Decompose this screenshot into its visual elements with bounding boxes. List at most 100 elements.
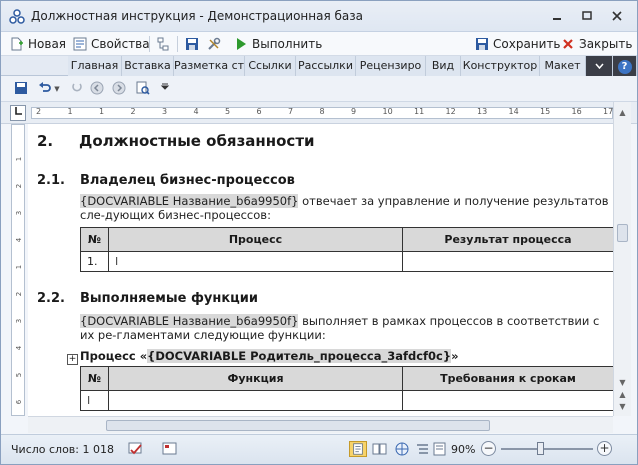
zoom-slider-track[interactable]: [501, 448, 593, 450]
text-cursor-icon: I: [87, 394, 91, 407]
scroll-down-icon[interactable]: ▼: [617, 378, 628, 387]
tab-stop-icon: [15, 107, 22, 115]
forward-button[interactable]: [111, 81, 127, 97]
subsection-title: Владелец бизнес-процессов: [80, 173, 295, 188]
close-red-icon: [563, 39, 573, 49]
vertical-scrollbar[interactable]: ▲ ▼ ▲ ▼: [613, 102, 631, 416]
ribbon-expand-button[interactable]: [586, 56, 613, 76]
zoom-in-button[interactable]: +: [597, 441, 612, 456]
properties-button[interactable]: Свойства: [73, 35, 150, 53]
ruler-number: 4: [15, 237, 23, 243]
redo-button[interactable]: [69, 81, 85, 97]
undo-button[interactable]: [37, 81, 53, 97]
zoom-out-button[interactable]: −: [481, 441, 496, 456]
new-document-icon: [11, 37, 23, 51]
draft-view-icon[interactable]: [431, 441, 449, 457]
word-count[interactable]: Число слов: 1 018: [11, 443, 114, 456]
print-preview-button[interactable]: [135, 81, 151, 97]
qat-customize-button[interactable]: [157, 81, 173, 97]
settings-button[interactable]: [207, 35, 221, 53]
tab-home[interactable]: Главная: [68, 56, 122, 76]
structure-button[interactable]: [156, 35, 170, 53]
docvariable-field[interactable]: {DOCVARIABLE Название_b6a9950f}: [80, 194, 299, 208]
table-cell[interactable]: I: [108, 251, 403, 272]
page-up-icon[interactable]: ▲: [617, 390, 628, 399]
horizontal-scrollbar[interactable]: [28, 416, 613, 433]
play-icon: [237, 38, 246, 50]
zoom-slider-thumb[interactable]: [537, 442, 544, 455]
app-logo-icon: [9, 9, 25, 24]
tab-insert[interactable]: Вставка: [122, 56, 174, 76]
tab-designer[interactable]: Конструктор: [461, 56, 540, 76]
horizontal-ruler[interactable]: 2 1 1 2 3 4 5 6 7 8 9 10 11 12 13 14 15 16 17: [31, 107, 613, 119]
tab-view[interactable]: Вид: [426, 56, 461, 76]
table-header-cell: Результат процесса: [402, 227, 613, 252]
undo-dropdown-button[interactable]: ▼: [53, 81, 61, 97]
outline-view-icon[interactable]: [414, 441, 432, 457]
redo-icon: [72, 83, 82, 92]
process-suffix: »: [451, 349, 459, 363]
ruler-number: 1: [15, 156, 23, 162]
save-button-label: Сохранить: [493, 37, 561, 51]
tab-layout[interactable]: Макет: [540, 56, 586, 76]
page-down-icon[interactable]: ▼: [617, 402, 628, 411]
minimize-button[interactable]: [546, 8, 568, 26]
table-cell[interactable]: I: [80, 390, 109, 411]
print-layout-view-icon[interactable]: [349, 441, 367, 457]
window-title: Должностная инструкция - Демонстрационна…: [31, 9, 363, 23]
table-header-cell: №: [80, 227, 109, 252]
close-icon: [612, 11, 622, 21]
vertical-ruler[interactable]: 1 2 3 4 1 2 3 4 5 6: [11, 124, 25, 416]
zoom-level[interactable]: 90%: [451, 443, 475, 456]
maximize-button[interactable]: [576, 8, 598, 26]
docvariable-field[interactable]: {DOCVARIABLE Название_b6a9950f}: [80, 314, 299, 328]
tab-page-layout[interactable]: Разметка ст: [174, 56, 245, 76]
ribbon-tabs: Главная Вставка Разметка ст Ссылки Рассы…: [1, 56, 637, 76]
back-button[interactable]: [89, 81, 105, 97]
qat-save-button[interactable]: [13, 81, 29, 97]
docvariable-field[interactable]: {DOCVARIABLE Родитель_процесса_3afdcf0c}: [147, 349, 452, 363]
spellcheck-icon[interactable]: [127, 441, 145, 457]
ruler-number: 6: [15, 399, 23, 405]
close-window-button[interactable]: [606, 8, 628, 26]
properties-icon: [73, 37, 87, 51]
ruler-number: 15: [540, 107, 551, 116]
help-button[interactable]: ?: [613, 56, 637, 76]
ruler-number: 5: [15, 372, 23, 378]
close-button[interactable]: Закрыть: [561, 35, 632, 53]
status-bar: Число слов: 1 018 90% − +: [1, 434, 637, 464]
table-header-row: № Функция Требования к срокам: [80, 366, 613, 391]
table-cell[interactable]: [402, 390, 613, 411]
full-screen-view-icon[interactable]: [371, 441, 389, 457]
customize-dropdown-icon: [160, 83, 170, 90]
vertical-scroll-thumb[interactable]: [617, 224, 628, 242]
table-cell[interactable]: 1.: [80, 251, 109, 272]
save-icon-button[interactable]: [185, 35, 199, 53]
table-cell[interactable]: [402, 251, 613, 272]
document-page[interactable]: 2. Должностные обязанности 2.1. Владелец б…: [28, 124, 613, 416]
web-layout-view-icon[interactable]: [393, 441, 411, 457]
execute-button-label: Выполнить: [252, 37, 323, 51]
subsection-1-paragraph: {DOCVARIABLE Название_b6a9950f} отвечает…: [80, 194, 613, 222]
app-window: Должностная инструкция - Демонстрационна…: [0, 0, 638, 465]
table-cell[interactable]: [108, 390, 403, 411]
scroll-up-icon[interactable]: ▲: [617, 108, 628, 117]
maximize-icon: [582, 11, 592, 20]
table-move-handle-icon[interactable]: +: [67, 354, 78, 365]
save-button[interactable]: Сохранить: [475, 35, 561, 53]
ruler-number: 4: [15, 345, 23, 351]
tab-review[interactable]: Рецензиро: [356, 56, 426, 76]
horizontal-scroll-thumb[interactable]: [106, 420, 490, 431]
floppy-disk-icon: [15, 82, 27, 94]
structure-icon: [157, 37, 169, 51]
tab-stop-selector[interactable]: [10, 105, 26, 121]
tab-references[interactable]: Ссылки: [245, 56, 296, 76]
close-button-label: Закрыть: [579, 37, 633, 51]
ruler-number: 2: [15, 291, 23, 297]
macro-recording-icon[interactable]: [161, 441, 179, 457]
tab-mailings[interactable]: Рассылки: [296, 56, 356, 76]
print-preview-icon: [136, 81, 150, 95]
subsection-2-paragraph: {DOCVARIABLE Название_b6a9950f} выполняе…: [80, 314, 613, 342]
execute-button[interactable]: Выполнить: [234, 35, 322, 53]
new-button[interactable]: Новая: [10, 35, 66, 53]
